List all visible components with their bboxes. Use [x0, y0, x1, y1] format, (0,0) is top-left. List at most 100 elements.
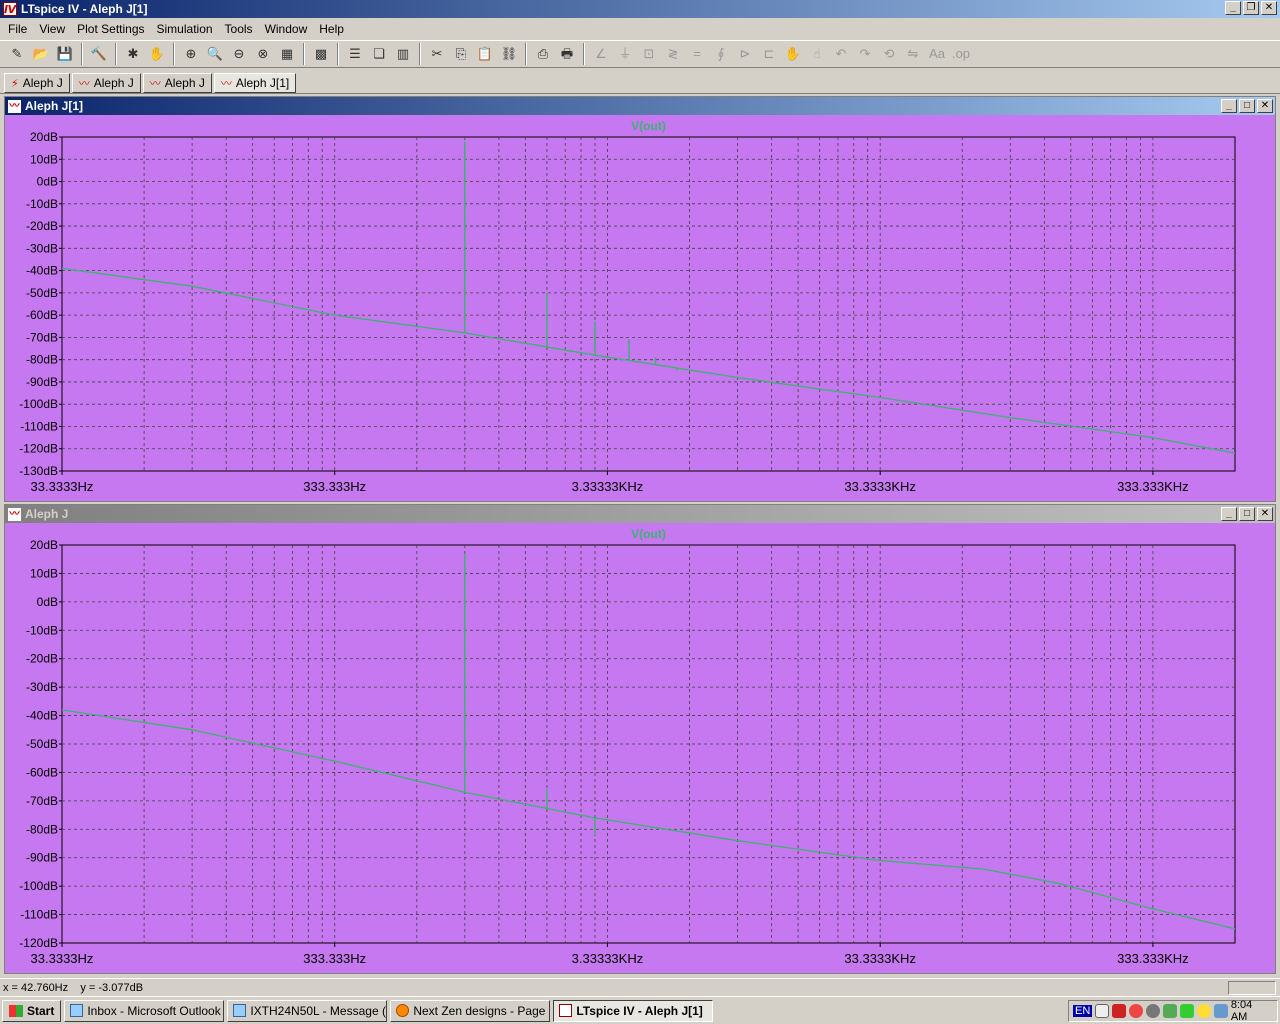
y-tick-label: -110dB [20, 908, 58, 922]
label-icon[interactable]: ⊡ [638, 43, 660, 65]
menu-file[interactable]: File [2, 22, 33, 36]
task-ltspice[interactable]: LTspice IV - Aleph J[1] [553, 999, 714, 1022]
windows-logo-icon [9, 1004, 23, 1017]
paste-icon[interactable]: 📋 [474, 43, 496, 65]
capacitor-icon[interactable]: = [686, 43, 708, 65]
undo-icon[interactable]: ↶ [830, 43, 852, 65]
network-icon[interactable] [1129, 1003, 1144, 1018]
zoom-out-icon[interactable]: ⊖ [228, 43, 250, 65]
y-tick-label: 20dB [30, 538, 58, 552]
menu-tools[interactable]: Tools [219, 22, 259, 36]
menu-bar: File View Plot Settings Simulation Tools… [0, 19, 1280, 38]
cut-icon[interactable]: ✂ [426, 43, 448, 65]
toolbar: ✎ 📂 💾 🔨 ✱ ✋ ⊕ 🔍 ⊖ ⊗ ▦ ▩ ☰ ❏ ▥ ✂ ⎘ 📋 ⛓ ⎙ 🖶 ∠ ⏚ ⊡ ≷ = ∮ ⊳ ⊏ ✋ ☝ ↶ ↷ ⟲ ⇋ Aa .op [0, 40, 1280, 68]
print-setup-icon[interactable]: ⎙ [532, 43, 554, 65]
plot-top-close-button[interactable]: ✕ [1257, 99, 1273, 113]
tile-vertical-icon[interactable]: ▥ [392, 43, 414, 65]
y-tick-label: -60dB [26, 765, 58, 779]
y-tick-label: -130dB [19, 464, 58, 478]
wire-icon[interactable]: ∠ [590, 43, 612, 65]
waveform-plot-bottom[interactable]: 20dB 10dB 0dB -10dB -20dB -30dB -40dB -50dB -60d… [5, 523, 1275, 973]
print-icon[interactable]: 🖶 [556, 43, 578, 65]
waveform-plot-top[interactable]: 20dB 10dB 0dB -10dB -20dB -30dB -40dB -50dB -60d… [5, 115, 1275, 501]
x-tick-label: 33.3333KHz [844, 951, 916, 966]
autorange-icon[interactable]: ▦ [276, 43, 298, 65]
redo-icon[interactable]: ↷ [854, 43, 876, 65]
menu-view[interactable]: View [33, 22, 71, 36]
minimize-button[interactable]: _ [1225, 1, 1241, 15]
resistor-icon[interactable]: ≷ [662, 43, 684, 65]
halt-icon[interactable]: ✋ [146, 43, 168, 65]
x-tick-label: 3.33333KHz [572, 479, 644, 494]
x-tick-label: 333.333Hz [303, 951, 366, 966]
menu-plot-settings[interactable]: Plot Settings [71, 22, 150, 36]
toolbar-separator [173, 43, 175, 65]
smiley-icon[interactable] [1196, 1003, 1211, 1018]
messenger-icon[interactable] [1179, 1003, 1194, 1018]
grid-icon[interactable]: ▩ [310, 43, 332, 65]
move-icon[interactable]: ✋ [782, 43, 804, 65]
tab-waveform-2[interactable]: 〰 Aleph J [142, 73, 212, 93]
text-icon[interactable]: Aa [926, 43, 948, 65]
waveform-icon: 〰 [78, 78, 90, 90]
menu-help[interactable]: Help [313, 22, 350, 36]
y-tick-label: -50dB [26, 286, 58, 300]
copy-icon[interactable]: ⎘ [450, 43, 472, 65]
y-tick-label: -40dB [26, 264, 58, 278]
y-tick-label: -40dB [26, 709, 58, 723]
rotate-icon[interactable]: ⟲ [878, 43, 900, 65]
menu-window[interactable]: Window [259, 22, 314, 36]
diode-icon[interactable]: ⊳ [734, 43, 756, 65]
tab-waveform-1[interactable]: 〰 Aleph J [71, 73, 141, 93]
outlook-icon [70, 1004, 84, 1017]
zoom-area-icon[interactable]: 🔍 [204, 43, 226, 65]
plot-bottom-maximize-button[interactable]: □ [1239, 507, 1255, 521]
start-button[interactable]: Start [2, 999, 62, 1022]
open-icon[interactable]: 📂 [30, 43, 52, 65]
control-panel-icon[interactable]: 🔨 [88, 43, 110, 65]
plot-frame [61, 136, 1236, 472]
ltspice-logo-icon: Ⅳ [3, 2, 17, 16]
tile-horizontal-icon[interactable]: ☰ [344, 43, 366, 65]
plot-top-minimize-button[interactable]: _ [1221, 99, 1237, 113]
y-tick-label: -100dB [19, 397, 58, 411]
tab-waveform-3[interactable]: 〰 Aleph J[1] [213, 73, 297, 93]
plot-bottom-minimize-button[interactable]: _ [1221, 507, 1237, 521]
save-icon[interactable]: 💾 [54, 43, 76, 65]
run-icon[interactable]: ✱ [122, 43, 144, 65]
tab-schematic[interactable]: ⚡ Aleph J [4, 73, 70, 93]
cascade-icon[interactable]: ❏ [368, 43, 390, 65]
display-icon[interactable] [1213, 1003, 1228, 1018]
language-indicator[interactable]: EN [1073, 1004, 1093, 1017]
ground-icon[interactable]: ⏚ [614, 43, 636, 65]
y-tick-label: -70dB [26, 330, 58, 344]
mail-icon[interactable] [1095, 1003, 1110, 1018]
security-icon[interactable] [1146, 1003, 1161, 1018]
drag-icon[interactable]: ☝ [806, 43, 828, 65]
find-icon[interactable]: ⛓ [498, 43, 520, 65]
restore-button[interactable]: ❐ [1243, 1, 1259, 15]
mirror-icon[interactable]: ⇋ [902, 43, 924, 65]
task-message[interactable]: IXTH24N50L - Message (... [227, 999, 388, 1022]
spice-directive-icon[interactable]: .op [950, 43, 972, 65]
task-outlook[interactable]: Inbox - Microsoft Outlook [64, 999, 225, 1022]
y-tick-label: -90dB [26, 851, 58, 865]
toolbar-separator [81, 43, 83, 65]
task-browser[interactable]: Next Zen designs - Page ... [390, 999, 551, 1022]
new-schematic-icon[interactable]: ✎ [6, 43, 28, 65]
plot-window-top: 〰 Aleph J[1] _ □ ✕ 20dB 10dB 0dB -10dB -20dB… [4, 96, 1276, 502]
plot-top-maximize-button[interactable]: □ [1239, 99, 1255, 113]
antivirus-icon[interactable] [1112, 1003, 1127, 1018]
y-tick-label: -30dB [26, 680, 58, 694]
component-icon[interactable]: ⊏ [758, 43, 780, 65]
plot-bottom-close-button[interactable]: ✕ [1257, 507, 1273, 521]
zoom-in-icon[interactable]: ⊕ [180, 43, 202, 65]
menu-simulation[interactable]: Simulation [151, 22, 219, 36]
inductor-icon[interactable]: ∮ [710, 43, 732, 65]
zoom-fit-icon[interactable]: ⊗ [252, 43, 274, 65]
waveform-icon: 〰 [149, 78, 161, 90]
update-icon[interactable] [1163, 1003, 1177, 1018]
waveform-icon: 〰 [8, 99, 21, 113]
close-button[interactable]: ✕ [1261, 1, 1277, 15]
y-tick-label: -60dB [26, 308, 58, 322]
